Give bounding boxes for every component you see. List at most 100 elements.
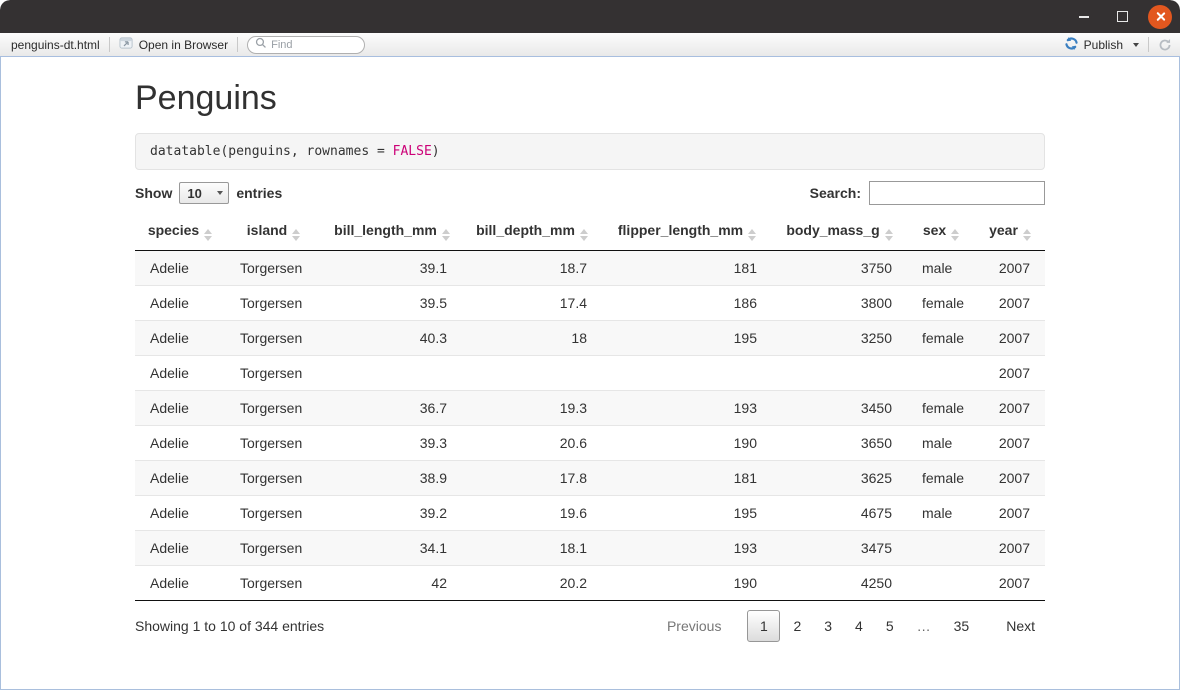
cell-year: 2007 — [975, 286, 1045, 321]
cell-flipper_length_mm: 193 — [602, 391, 772, 426]
close-icon — [1155, 11, 1166, 22]
column-header-body_mass_g[interactable]: body_mass_g — [772, 213, 907, 251]
cell-bill_depth_mm: 19.3 — [462, 391, 602, 426]
column-header-species[interactable]: species — [135, 213, 225, 251]
cell-bill_length_mm: 40.3 — [322, 321, 462, 356]
column-header-bill_length_mm[interactable]: bill_length_mm — [322, 213, 462, 251]
entries-select[interactable]: 10 — [179, 182, 229, 204]
cell-species: Adelie — [135, 531, 225, 566]
cell-species: Adelie — [135, 566, 225, 601]
table-row[interactable]: AdelieTorgersen39.219.61954675male2007 — [135, 496, 1045, 531]
code-text: datatable(penguins, rownames = — [150, 144, 393, 159]
cell-bill_length_mm: 39.1 — [322, 251, 462, 286]
cell-sex: female — [907, 391, 975, 426]
cell-flipper_length_mm: 195 — [602, 321, 772, 356]
close-button[interactable] — [1148, 5, 1172, 29]
pagination-page-4[interactable]: 4 — [845, 610, 873, 642]
column-header-flipper_length_mm[interactable]: flipper_length_mm — [602, 213, 772, 251]
find-input[interactable] — [271, 39, 351, 51]
sort-icon — [580, 229, 588, 241]
table-row[interactable]: AdelieTorgersen2007 — [135, 356, 1045, 391]
html-preview-pane: Penguins datatable(penguins, rownames = … — [0, 57, 1180, 690]
cell-flipper_length_mm: 193 — [602, 531, 772, 566]
pagination-page-2[interactable]: 2 — [783, 610, 811, 642]
cell-sex: male — [907, 496, 975, 531]
code-block: datatable(penguins, rownames = FALSE) — [135, 133, 1045, 170]
cell-body_mass_g: 3450 — [772, 391, 907, 426]
column-label: year — [989, 222, 1018, 238]
cell-bill_depth_mm: 20.6 — [462, 426, 602, 461]
browser-window-icon — [119, 36, 134, 53]
cell-sex — [907, 531, 975, 566]
publish-label: Publish — [1084, 38, 1123, 52]
cell-island: Torgersen — [225, 321, 322, 356]
pagination-page-3[interactable]: 3 — [814, 610, 842, 642]
table-row[interactable]: AdelieTorgersen34.118.119334752007 — [135, 531, 1045, 566]
table-row[interactable]: AdelieTorgersen36.719.31933450female2007 — [135, 391, 1045, 426]
entries-label: entries — [236, 185, 282, 201]
open-in-browser-label: Open in Browser — [139, 38, 228, 52]
toolbar: penguins-dt.html Open in Browser Publish — [0, 33, 1180, 57]
table-row[interactable]: AdelieTorgersen4220.219042502007 — [135, 566, 1045, 601]
column-header-year[interactable]: year — [975, 213, 1045, 251]
show-label: Show — [135, 185, 172, 201]
cell-species: Adelie — [135, 391, 225, 426]
cell-bill_depth_mm: 19.6 — [462, 496, 602, 531]
maximize-button[interactable] — [1110, 5, 1134, 29]
cell-flipper_length_mm: 195 — [602, 496, 772, 531]
column-header-island[interactable]: island — [225, 213, 322, 251]
chevron-down-icon — [1133, 43, 1139, 47]
pagination-page-35[interactable]: 35 — [944, 610, 980, 642]
title-bar[interactable] — [0, 0, 1180, 33]
table-row[interactable]: AdelieTorgersen39.517.41863800female2007 — [135, 286, 1045, 321]
pagination-next[interactable]: Next — [996, 610, 1045, 642]
refresh-button[interactable] — [1158, 38, 1172, 52]
cell-year: 2007 — [975, 461, 1045, 496]
cell-body_mass_g: 3250 — [772, 321, 907, 356]
column-label: sex — [923, 222, 946, 238]
minimize-button[interactable] — [1072, 5, 1096, 29]
table-row[interactable]: AdelieTorgersen38.917.81813625female2007 — [135, 461, 1045, 496]
column-label: island — [247, 222, 287, 238]
cell-year: 2007 — [975, 531, 1045, 566]
table-search-input[interactable] — [869, 181, 1045, 205]
sort-icon — [204, 229, 212, 241]
column-header-sex[interactable]: sex — [907, 213, 975, 251]
cell-bill_length_mm: 39.2 — [322, 496, 462, 531]
table-info: Showing 1 to 10 of 344 entries — [135, 618, 324, 634]
sort-icon — [442, 229, 450, 241]
search-label: Search: — [810, 185, 861, 201]
sort-icon — [951, 229, 959, 241]
find-box[interactable] — [247, 36, 365, 54]
cell-species: Adelie — [135, 356, 225, 391]
open-in-browser-button[interactable]: Open in Browser — [119, 36, 228, 53]
cell-island: Torgersen — [225, 286, 322, 321]
cell-sex: male — [907, 426, 975, 461]
table-row[interactable]: AdelieTorgersen40.3181953250female2007 — [135, 321, 1045, 356]
table-search-control: Search: — [810, 181, 1045, 205]
column-header-bill_depth_mm[interactable]: bill_depth_mm — [462, 213, 602, 251]
cell-island: Torgersen — [225, 566, 322, 601]
column-label: species — [148, 222, 199, 238]
page-title: Penguins — [135, 79, 1045, 118]
cell-year: 2007 — [975, 566, 1045, 601]
entries-length-control: Show 10 entries — [135, 182, 282, 204]
cell-body_mass_g: 4675 — [772, 496, 907, 531]
cell-island: Torgersen — [225, 461, 322, 496]
cell-bill_length_mm: 39.5 — [322, 286, 462, 321]
cell-bill_length_mm — [322, 356, 462, 391]
cell-bill_length_mm: 38.9 — [322, 461, 462, 496]
cell-year: 2007 — [975, 356, 1045, 391]
cell-island: Torgersen — [225, 391, 322, 426]
cell-species: Adelie — [135, 496, 225, 531]
toolbar-separator — [237, 37, 238, 52]
pagination-page-5[interactable]: 5 — [876, 610, 904, 642]
publish-button[interactable]: Publish — [1064, 36, 1139, 54]
column-label: flipper_length_mm — [618, 222, 743, 238]
cell-bill_length_mm: 39.3 — [322, 426, 462, 461]
table-row[interactable]: AdelieTorgersen39.320.61903650male2007 — [135, 426, 1045, 461]
pagination: Previous12345…35Next — [654, 610, 1045, 642]
pagination-page-1[interactable]: 1 — [747, 610, 780, 642]
table-row[interactable]: AdelieTorgersen39.118.71813750male2007 — [135, 251, 1045, 286]
cell-body_mass_g: 3750 — [772, 251, 907, 286]
